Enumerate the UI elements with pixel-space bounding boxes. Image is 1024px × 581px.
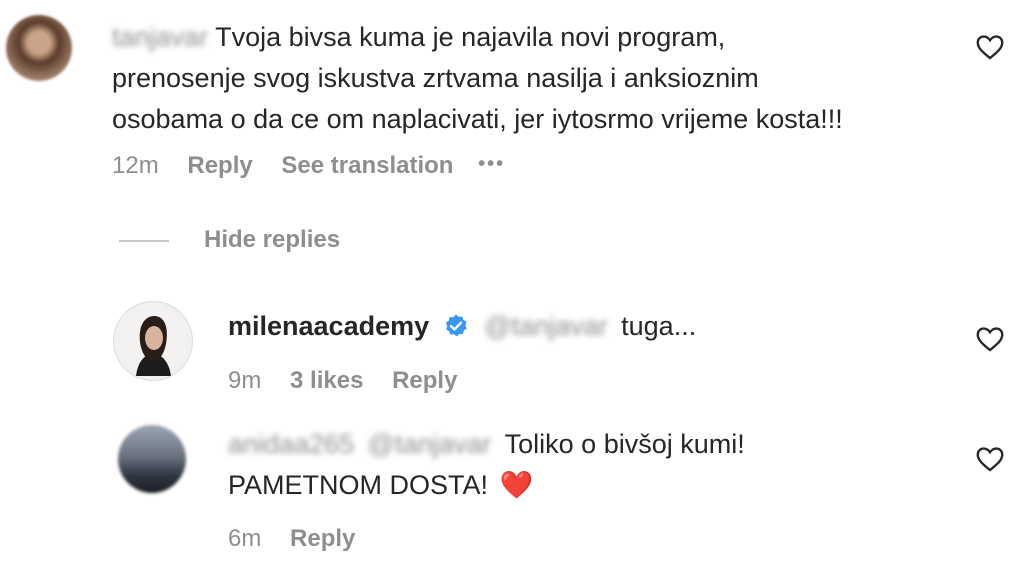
reply-button[interactable]: Reply <box>392 367 457 394</box>
reply-mention[interactable]: @tanjavar <box>484 311 607 341</box>
reply-username[interactable]: anidaa265 <box>228 429 354 459</box>
reply-avatar-milenaacademy[interactable] <box>113 301 193 381</box>
reply-meta: 6m Reply <box>228 525 355 553</box>
reply-text-block: anidaa265 @tanjavar Toliko o bivšoj kumi… <box>228 424 968 506</box>
replies-divider-line <box>119 240 169 242</box>
heart-outline-icon[interactable] <box>976 326 1004 352</box>
likes-count[interactable]: 3 likes <box>290 367 363 394</box>
hide-replies-button[interactable]: Hide replies <box>204 226 340 254</box>
reply-time: 9m <box>228 367 262 394</box>
see-translation-button[interactable]: See translation <box>281 152 453 179</box>
comment-username[interactable]: tanjavar <box>112 22 208 52</box>
red-heart-emoji: ❤️ <box>499 470 534 500</box>
comment-text-line: Tvoja bivsa kuma je najavila novi progra… <box>215 22 726 52</box>
verified-badge-icon <box>445 314 467 337</box>
comment-text-line: osobama o da ce om naplacivati, jer iyto… <box>112 104 843 134</box>
heart-outline-icon[interactable] <box>976 446 1004 472</box>
comment-time: 12m <box>112 152 159 179</box>
reply-button[interactable]: Reply <box>290 525 355 552</box>
reply-text: tuga... <box>621 311 697 341</box>
comment-meta: 12m Reply See translation ••• <box>112 152 505 180</box>
reply-button[interactable]: Reply <box>187 152 252 179</box>
profile-photo-icon <box>120 308 186 376</box>
commenter-avatar[interactable] <box>6 15 72 81</box>
reply-text-block: milenaacademy @tanjavar tuga... <box>228 306 696 347</box>
heart-outline-icon[interactable] <box>976 34 1004 60</box>
reply-text-line: PAMETNOM DOSTA! <box>228 470 489 500</box>
reply-mention[interactable]: @tanjavar <box>368 429 491 459</box>
more-icon[interactable]: ••• <box>478 153 505 175</box>
reply-avatar-anidaa265[interactable] <box>118 425 186 493</box>
reply-time: 6m <box>228 525 262 552</box>
comment-text-line: prenosenje svog iskustva zrtvama nasilja… <box>112 63 759 93</box>
reply-text-line: Toliko o bivšoj kumi! <box>504 429 745 459</box>
reply-username[interactable]: milenaacademy <box>228 311 429 341</box>
comment-text-block: tanjavar Tvoja bivsa kuma je najavila no… <box>112 17 992 140</box>
reply-meta: 9m 3 likes Reply <box>228 367 457 395</box>
